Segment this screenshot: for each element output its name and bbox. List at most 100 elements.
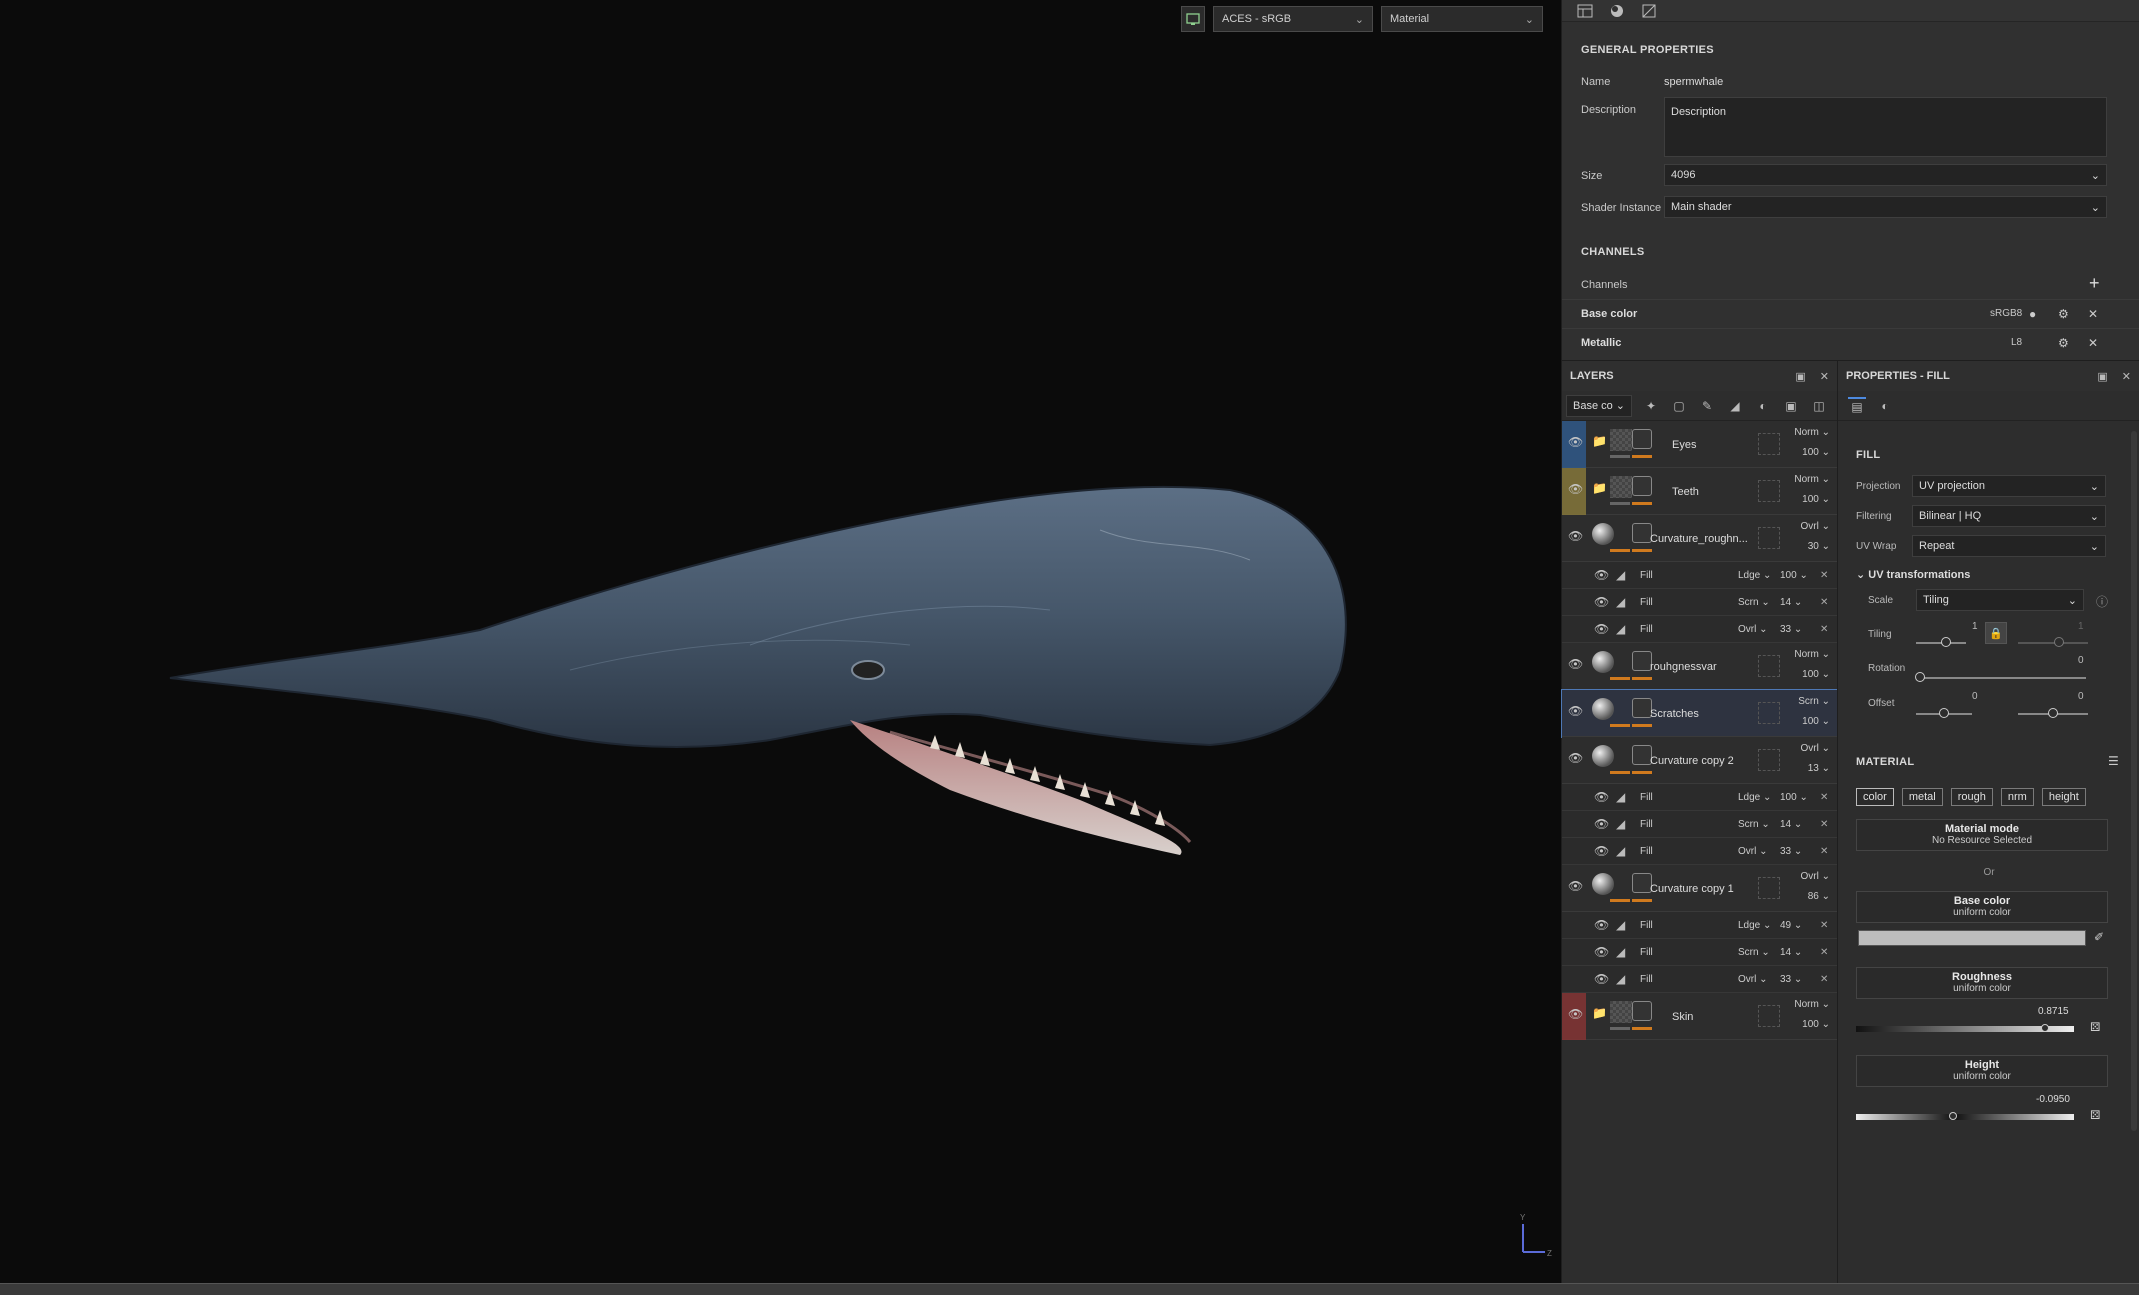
opacity[interactable]: 13 ⌄ <box>1808 763 1830 774</box>
close-icon[interactable]: ✕ <box>1820 846 1828 857</box>
eye-icon[interactable]: 👁 <box>1568 1007 1583 1021</box>
effect-blend[interactable]: Ovrl ⌄ <box>1738 974 1768 985</box>
roughness-box[interactable]: Roughness uniform color <box>1856 967 2108 999</box>
blend-mode[interactable]: Scrn ⌄ <box>1798 696 1830 707</box>
blend-mode[interactable]: Norm ⌄ <box>1794 999 1830 1010</box>
eye-icon[interactable]: 👁 <box>1594 622 1609 636</box>
base-color-box[interactable]: Base color uniform color <box>1856 891 2108 923</box>
close-icon[interactable]: ✕ <box>1820 947 1828 958</box>
blend-mode[interactable]: Ovrl ⌄ <box>1800 871 1830 882</box>
material-tab-height[interactable]: height <box>2041 788 2086 806</box>
effect-opacity[interactable]: 14 ⌄ <box>1780 597 1802 608</box>
effect-blend[interactable]: Scrn ⌄ <box>1738 597 1770 608</box>
colorspace-dropdown[interactable]: ACES - sRGB ⌄ <box>1213 6 1373 32</box>
close-icon[interactable]: ✕ <box>1820 624 1828 635</box>
eye-icon[interactable]: 👁 <box>1568 879 1583 893</box>
layer-row[interactable]: 👁 📁 Skin Norm ⌄ 100 ⌄ <box>1562 993 1838 1040</box>
opacity[interactable]: 100 ⌄ <box>1802 447 1830 458</box>
material-tab-nrm[interactable]: nrm <box>2000 788 2034 806</box>
layer-row[interactable]: 👁 rouhgnessvar Norm ⌄ 100 ⌄ <box>1562 643 1838 690</box>
close-icon[interactable]: ✕ <box>1820 920 1828 931</box>
render-mode-dropdown[interactable]: Material ⌄ <box>1381 6 1543 32</box>
add-channel-icon[interactable]: + <box>2089 273 2100 294</box>
color-channels-icon[interactable]: ● <box>2029 307 2036 321</box>
effect-opacity[interactable]: 33 ⌄ <box>1780 624 1802 635</box>
tiling-a-knob[interactable] <box>1941 637 1951 647</box>
effect-blend[interactable]: Scrn ⌄ <box>1738 819 1770 830</box>
add-fill-layer-icon[interactable]: ◢ <box>1726 397 1744 415</box>
eye-icon[interactable]: 👁 <box>1594 817 1609 831</box>
trash-icon[interactable]: ◫ <box>1810 397 1828 415</box>
layer-row[interactable]: 👁 📁 Teeth Norm ⌄ 100 ⌄ <box>1562 468 1838 515</box>
channel-select-dropdown[interactable]: Base co ⌄ <box>1566 394 1632 417</box>
offset-a-knob[interactable] <box>1939 708 1949 718</box>
effect-blend[interactable]: Ovrl ⌄ <box>1738 846 1768 857</box>
eye-icon[interactable]: 👁 <box>1594 844 1609 858</box>
3d-viewport[interactable]: ACES - sRGB ⌄ Material ⌄ Y Z <box>0 0 1561 1283</box>
uvwrap-dropdown[interactable]: Repeat ⌄ <box>1912 535 2106 557</box>
eye-icon[interactable]: 👁 <box>1594 568 1609 582</box>
uv-transformations-toggle[interactable]: ⌄ UV transformations <box>1856 568 1970 581</box>
maximize-icon[interactable]: ▣ <box>2097 370 2107 383</box>
effect-row[interactable]: 👁 ◢ Fill Scrn ⌄ 14 ⌄ ✕ <box>1562 589 1838 616</box>
eye-icon[interactable]: 👁 <box>1568 704 1583 718</box>
gear-icon[interactable]: ⚙ <box>2058 336 2069 350</box>
effect-row[interactable]: 👁 ◢ Fill Ldge ⌄ 100 ⌄ ✕ <box>1562 562 1838 589</box>
effect-row[interactable]: 👁 ◢ Fill Ovrl ⌄ 33 ⌄ ✕ <box>1562 966 1838 993</box>
effect-row[interactable]: 👁 ◢ Fill Ovrl ⌄ 33 ⌄ ✕ <box>1562 838 1838 865</box>
smart-material-icon[interactable]: ◐ <box>1754 397 1772 415</box>
close-icon[interactable]: ✕ <box>1820 597 1828 608</box>
effect-row[interactable]: 👁 ◢ Fill Ovrl ⌄ 33 ⌄ ✕ <box>1562 616 1838 643</box>
opacity[interactable]: 100 ⌄ <box>1802 669 1830 680</box>
material-tab-metal[interactable]: metal <box>1901 788 1943 806</box>
opacity[interactable]: 86 ⌄ <box>1808 891 1830 902</box>
close-icon[interactable]: ✕ <box>2088 307 2098 321</box>
close-icon[interactable]: ✕ <box>1820 570 1828 581</box>
effect-opacity[interactable]: 14 ⌄ <box>1780 819 1802 830</box>
close-icon[interactable]: ✕ <box>2122 370 2131 383</box>
blend-mode[interactable]: Ovrl ⌄ <box>1800 521 1830 532</box>
base-color-swatch[interactable] <box>1858 930 2086 946</box>
rotation-knob[interactable] <box>1915 672 1925 682</box>
layer-row[interactable]: 👁 📁 Eyes Norm ⌄ 100 ⌄ <box>1562 421 1838 468</box>
blend-mode[interactable]: Norm ⌄ <box>1794 474 1830 485</box>
effect-blend[interactable]: Ldge ⌄ <box>1738 920 1771 931</box>
description-field[interactable]: Description <box>1664 97 2107 157</box>
randomize-icon[interactable]: ⚄ <box>2090 1020 2100 1034</box>
effect-opacity[interactable]: 100 ⌄ <box>1780 792 1808 803</box>
gear-icon[interactable]: ⚙ <box>2058 307 2069 321</box>
layer-row[interactable]: 👁 Curvature_roughn... Ovrl ⌄ 30 ⌄ <box>1562 515 1838 562</box>
uv-icon[interactable] <box>1640 2 1658 20</box>
add-effect-icon[interactable]: ✦ <box>1642 397 1660 415</box>
material-mode-box[interactable]: Material mode No Resource Selected <box>1856 819 2108 851</box>
effect-opacity[interactable]: 33 ⌄ <box>1780 846 1802 857</box>
effect-row[interactable]: 👁 ◢ Fill Scrn ⌄ 14 ⌄ ✕ <box>1562 939 1838 966</box>
effect-opacity[interactable]: 100 ⌄ <box>1780 570 1808 581</box>
projection-dropdown[interactable]: UV projection ⌄ <box>1912 475 2106 497</box>
texture-set-settings-icon[interactable] <box>1576 2 1594 20</box>
opacity[interactable]: 100 ⌄ <box>1802 1019 1830 1030</box>
effect-opacity[interactable]: 14 ⌄ <box>1780 947 1802 958</box>
effect-row[interactable]: 👁 ◢ Fill Scrn ⌄ 14 ⌄ ✕ <box>1562 811 1838 838</box>
effect-row[interactable]: 👁 ◢ Fill Ldge ⌄ 49 ⌄ ✕ <box>1562 912 1838 939</box>
info-icon[interactable]: ⓘ <box>2096 593 2108 610</box>
properties-scrollbar[interactable] <box>2131 431 2137 1131</box>
shader-instance-dropdown[interactable]: Main shader ⌄ <box>1664 196 2107 218</box>
eye-icon[interactable]: 👁 <box>1568 657 1583 671</box>
material-tab-icon[interactable]: ◐ <box>1876 397 1894 415</box>
opacity[interactable]: 30 ⌄ <box>1808 541 1830 552</box>
eye-icon[interactable]: 👁 <box>1568 751 1583 765</box>
material-tab-color[interactable]: color <box>1856 788 1894 806</box>
eye-icon[interactable]: 👁 <box>1568 482 1583 496</box>
opacity[interactable]: 100 ⌄ <box>1802 716 1830 727</box>
add-mask-icon[interactable]: ▢ <box>1670 397 1688 415</box>
height-box[interactable]: Height uniform color <box>1856 1055 2108 1087</box>
add-paint-layer-icon[interactable]: ✎ <box>1698 397 1716 415</box>
effect-blend[interactable]: Ldge ⌄ <box>1738 792 1771 803</box>
height-slider[interactable] <box>1856 1114 2074 1120</box>
display-settings-button[interactable] <box>1181 6 1205 32</box>
eye-icon[interactable]: 👁 <box>1594 945 1609 959</box>
eye-icon[interactable]: 👁 <box>1594 595 1609 609</box>
close-icon[interactable]: ✕ <box>2088 336 2098 350</box>
maximize-icon[interactable]: ▣ <box>1795 370 1805 383</box>
